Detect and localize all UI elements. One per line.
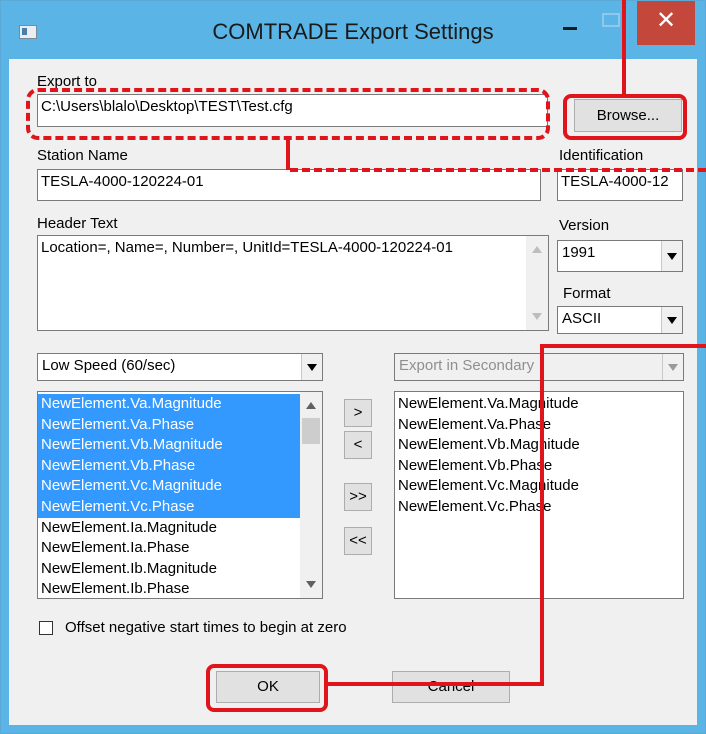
header-text-label: Header Text [37,215,118,232]
close-button[interactable]: ✕ [637,1,695,45]
identification-label: Identification [559,147,644,164]
offset-checkbox[interactable] [39,621,53,635]
remove-selected-button[interactable]: < [344,431,372,459]
version-select[interactable]: 1991 [557,240,683,272]
offset-label: Offset negative start times to begin at … [65,619,347,636]
list-item[interactable]: NewElement.Va.Phase [395,415,683,436]
station-name-label: Station Name [37,147,128,164]
chevron-down-icon [662,354,683,380]
annotation-ok-connector [326,682,544,686]
list-item[interactable]: NewElement.Vb.Phase [395,456,683,477]
annotation-list-connector-vertical [540,344,544,686]
chevron-down-icon [301,354,322,380]
remove-all-button[interactable]: << [344,527,372,555]
annotation-browse-connector [622,0,626,96]
add-all-button[interactable]: >> [344,483,372,511]
list-item[interactable]: NewElement.Vc.Magnitude [38,476,300,497]
header-text-scrollbar[interactable] [526,236,548,330]
list-item[interactable]: NewElement.Ib.Magnitude [38,559,300,580]
secondary-select[interactable]: Export in Secondary [394,353,684,381]
list-item[interactable]: NewElement.Ib.Phase [38,579,300,598]
cancel-button[interactable]: Cancel [392,671,510,703]
annotation-dashed-connector-2 [286,140,290,170]
dialog-client-area: Export to C:\Users\blalo\Desktop\TEST\Te… [9,59,697,725]
list-item[interactable]: NewElement.Ia.Magnitude [38,518,300,539]
annotation-list-connector-top [540,344,706,348]
minimize-button[interactable] [549,1,591,45]
list-item[interactable]: NewElement.Vc.Magnitude [395,476,683,497]
annotation-dashed-connector-1 [290,168,706,172]
list-item[interactable]: NewElement.Vc.Phase [38,496,300,518]
annotation-browse-highlight [563,94,687,140]
format-select[interactable]: ASCII [557,306,683,334]
title-bar[interactable]: COMTRADE Export Settings ✕ [1,1,705,59]
speed-select[interactable]: Low Speed (60/sec) [37,353,323,381]
list-item[interactable]: NewElement.Vb.Magnitude [38,435,300,456]
secondary-value: Export in Secondary [399,357,535,374]
header-text-area[interactable]: Location=, Name=, Number=, UnitId=TESLA-… [37,235,549,331]
chevron-down-icon [661,241,682,271]
version-value: 1991 [562,244,596,261]
export-channels-list[interactable]: NewElement.Va.Magnitude NewElement.Va.Pha… [394,391,684,599]
identification-field[interactable]: TESLA-4000-12 [557,169,683,201]
annotation-ok-highlight [206,664,328,712]
list-item[interactable]: NewElement.Vb.Magnitude [395,435,683,456]
list-item[interactable]: NewElement.Vc.Phase [395,497,683,518]
version-label: Version [559,217,610,234]
list-item[interactable]: NewElement.Ia.Phase [38,538,300,559]
speed-value: Low Speed (60/sec) [42,357,176,374]
list-item[interactable]: NewElement.Vb.Phase [38,455,300,477]
available-channels-list[interactable]: NewElement.Va.Magnitude NewElement.Va.Pha… [37,391,323,599]
list-item[interactable]: NewElement.Va.Magnitude [395,394,683,415]
list-item[interactable]: NewElement.Va.Magnitude [38,394,300,415]
scroll-thumb[interactable] [302,418,320,444]
format-label: Format [563,285,611,302]
scroll-up-icon [306,402,316,409]
close-icon: ✕ [655,7,677,34]
maximize-button[interactable] [591,1,633,45]
header-text-value: Location=, Name=, Number=, UnitId=TESLA-… [41,239,453,256]
add-selected-button[interactable]: > [344,399,372,427]
format-value: ASCII [562,310,602,327]
list-item[interactable]: NewElement.Va.Phase [38,414,300,436]
scroll-down-icon [532,313,542,320]
annotation-dashed-export-path [26,88,550,140]
available-list-scrollbar[interactable] [300,392,322,598]
station-name-field[interactable]: TESLA-4000-120224-01 [37,169,541,201]
scroll-up-icon [532,246,542,253]
chevron-down-icon [661,307,682,333]
scroll-down-icon [306,581,316,588]
